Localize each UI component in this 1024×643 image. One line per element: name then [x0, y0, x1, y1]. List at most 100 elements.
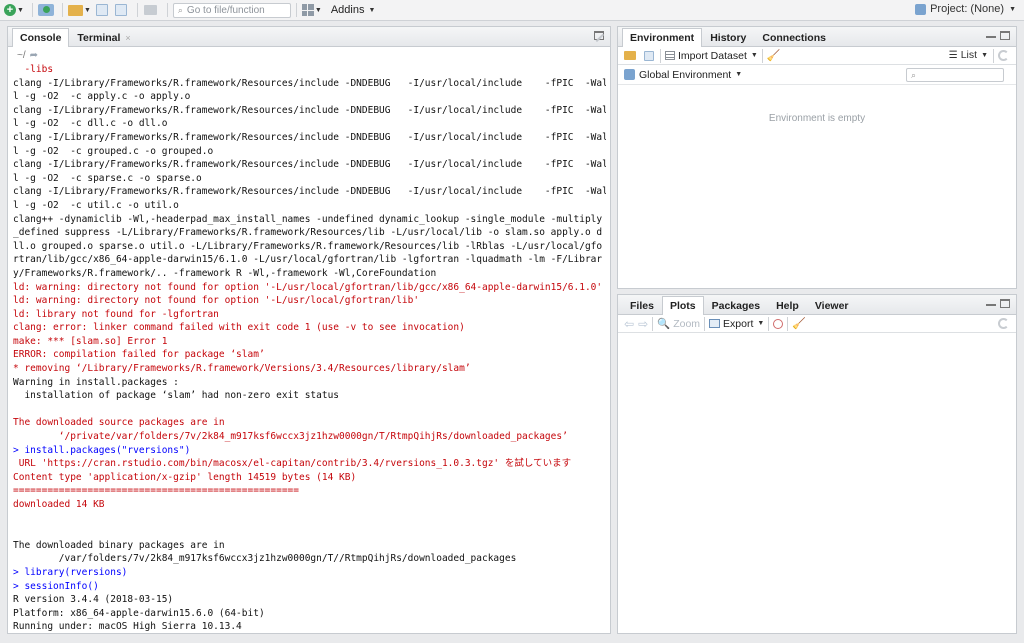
export-icon: [709, 319, 721, 328]
grid-icon: [301, 4, 314, 16]
broom-icon: 🧹: [792, 318, 807, 330]
console-line: l -g -O2 -c sparse.c -o sparse.o: [13, 172, 202, 184]
new-project-button[interactable]: [37, 2, 54, 19]
console-line: R version 3.4.4 (2018-03-15): [13, 594, 174, 606]
zoom-icon: 🔍: [657, 318, 671, 330]
console-tabbar: Console Terminal ×: [8, 27, 610, 47]
console-line: clang -I/Library/Frameworks/R.framework/…: [13, 104, 606, 116]
tab-help[interactable]: Help: [768, 296, 807, 314]
save-button[interactable]: [94, 2, 110, 19]
console-line: Platform: x86_64-apple-darwin15.6.0 (64-…: [13, 607, 265, 619]
load-workspace-button[interactable]: [624, 51, 636, 60]
import-dataset-button[interactable]: Import Dataset ▼: [665, 50, 758, 62]
new-file-button[interactable]: + ▼: [4, 2, 24, 19]
minimize-icon[interactable]: [986, 36, 996, 40]
console-line: Running under: macOS High Sierra 10.13.4: [13, 621, 242, 633]
console-line: clang -I/Library/Frameworks/R.framework/…: [13, 159, 606, 171]
close-icon[interactable]: ×: [125, 33, 130, 43]
tab-label: Viewer: [814, 299, 849, 312]
arrow-left-icon[interactable]: ⇦: [624, 317, 634, 331]
project-menu[interactable]: Project: (None) ▼: [915, 3, 1016, 15]
tab-connections[interactable]: Connections: [754, 28, 834, 46]
toolbar-divider: [761, 48, 763, 63]
tab-viewer[interactable]: Viewer: [807, 296, 857, 314]
console-line: ll.o grouped.o sparse.o util.o -L/Librar…: [13, 240, 603, 252]
console-line: ========================================…: [13, 485, 299, 497]
broom-icon: 🧹: [766, 50, 781, 62]
environment-search-input[interactable]: ⌕: [906, 68, 1004, 82]
console-line: _defined suppress -L/Library/Frameworks/…: [13, 227, 603, 239]
folder-icon: [624, 51, 636, 60]
tab-plots[interactable]: Plots: [661, 296, 704, 315]
tab-history[interactable]: History: [702, 28, 754, 46]
console-line: clang -I/Library/Frameworks/R.framework/…: [13, 77, 606, 89]
console-line: clang++ -dynamiclib -Wl,-headerpad_max_i…: [13, 213, 603, 225]
console-line: l -g -O2 -c apply.c -o apply.o: [13, 91, 191, 103]
toolbar-divider: [652, 316, 654, 331]
toolbar-divider: [295, 3, 297, 17]
clear-workspace-button[interactable]: 🧹: [767, 49, 781, 62]
console-line: ld: warning: directory not found for opt…: [13, 295, 420, 307]
import-dataset-label: Import Dataset: [678, 49, 747, 62]
tab-console[interactable]: Console: [12, 28, 70, 47]
toolbar-divider: [993, 49, 994, 63]
console-line: * removing ‘/Library/Frameworks/R.framew…: [13, 363, 471, 375]
console-line: clang -I/Library/Frameworks/R.framework/…: [13, 186, 606, 198]
tab-label: Terminal: [77, 31, 121, 44]
maximize-icon[interactable]: [1000, 299, 1010, 308]
minimize-icon[interactable]: [986, 304, 996, 308]
console-path-bar: ~/ ➦: [8, 27, 610, 63]
chevron-down-icon: ▼: [368, 6, 376, 14]
tab-label: Connections: [762, 31, 826, 44]
folder-icon: [67, 4, 83, 16]
working-directory[interactable]: ~/: [17, 50, 26, 61]
zoom-button[interactable]: 🔍 Zoom: [657, 317, 700, 331]
chevron-down-icon: ▼: [83, 6, 91, 14]
console-line: ld: library not found for -lgfortran: [13, 308, 219, 320]
tab-packages[interactable]: Packages: [704, 296, 768, 314]
console-line: l -g -O2 -c util.c -o util.o: [13, 199, 179, 211]
chevron-down-icon[interactable]: ▼: [735, 71, 742, 78]
project-icon: [37, 4, 54, 16]
list-view-select[interactable]: ☰ List ▼: [949, 49, 988, 61]
console-line: installation of package ‘slam’ had non-z…: [13, 390, 340, 402]
refresh-icon[interactable]: [998, 50, 1009, 61]
list-label: List: [960, 49, 978, 61]
global-environment-select[interactable]: Global Environment: [639, 69, 731, 81]
export-menu[interactable]: Export ▼: [709, 318, 764, 330]
open-file-button[interactable]: ▼: [67, 2, 91, 19]
search-icon: ⌕: [177, 4, 183, 15]
toolbar-divider: [660, 48, 661, 63]
console-output[interactable]: -libs clang -I/Library/Frameworks/R.frame…: [8, 63, 610, 643]
chevron-down-icon: ▼: [17, 6, 24, 14]
clear-plots-button[interactable]: 🧹: [792, 317, 806, 330]
table-icon: [665, 51, 675, 60]
save-icon: [95, 4, 108, 16]
save-all-button[interactable]: [113, 2, 129, 19]
tab-files[interactable]: Files: [622, 296, 662, 314]
tab-environment[interactable]: Environment: [622, 28, 703, 47]
environment-tabbar: Environment History Connections: [618, 27, 1016, 47]
tab-terminal[interactable]: Terminal ×: [69, 28, 138, 46]
print-button[interactable]: [143, 2, 159, 19]
arrow-right-icon[interactable]: ⇨: [638, 317, 648, 331]
goto-file-input[interactable]: ⌕ Go to file/function: [172, 2, 291, 18]
remove-plot-button[interactable]: [773, 318, 784, 329]
toolbar-divider: [704, 316, 706, 331]
main-toolbar: + ▼ ▼ ⌕ Go to file/function ▼ Addins ▼ Pro…: [0, 0, 1024, 21]
console-line: > install.packages("rversions"): [13, 444, 191, 456]
console-line: make: *** [slam.so] Error 1: [13, 335, 168, 347]
workspace-panes-button[interactable]: ▼: [301, 2, 322, 19]
environment-pane: Environment History Connections Import D…: [617, 26, 1017, 289]
console-line: > sessionInfo(): [13, 580, 99, 592]
console-line: ERROR: compilation failed for package ‘s…: [13, 349, 265, 361]
addins-menu[interactable]: Addins ▼: [331, 4, 376, 16]
console-line: clang -I/Library/Frameworks/R.framework/…: [13, 131, 606, 143]
refresh-icon[interactable]: [998, 318, 1009, 329]
export-label: Export: [723, 317, 754, 330]
arrow-right-icon[interactable]: ➦: [30, 50, 38, 61]
save-workspace-button[interactable]: [644, 50, 654, 61]
chevron-down-icon: ▼: [981, 51, 988, 59]
maximize-icon[interactable]: [1000, 31, 1010, 40]
